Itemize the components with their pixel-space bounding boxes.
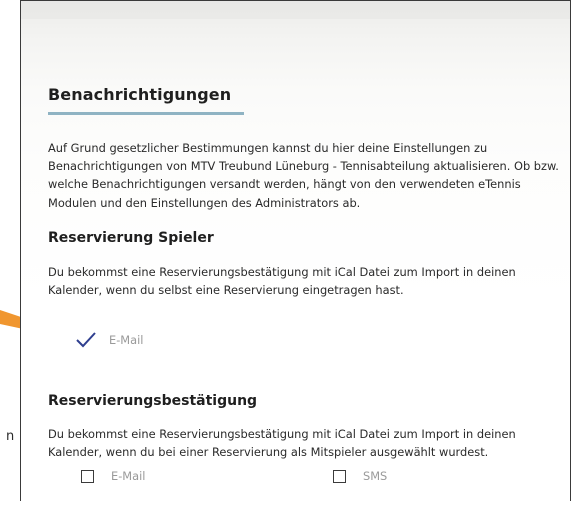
panel-top-band xyxy=(21,1,570,19)
description-reservierungsbestaetigung: Du bekommst eine Reservierungsbestätigun… xyxy=(48,427,516,460)
option-label: SMS xyxy=(363,469,388,483)
description-reservierung-spieler: Du bekommst eine Reservierungsbestätigun… xyxy=(48,265,516,298)
section-title-reservierungsbestaetigung: Reservierungsbestätigung xyxy=(48,393,258,409)
section-title-reservierung-spieler: Reservierung Spieler xyxy=(48,230,214,246)
notification-settings-panel: Benachrichtigungen Auf Grund gesetzliche… xyxy=(20,0,571,501)
checkbox-email[interactable] xyxy=(81,469,94,483)
option-label: E-Mail xyxy=(111,469,146,483)
option-label: E-Mail xyxy=(109,333,144,347)
page-title: Benachrichtigungen xyxy=(48,85,232,104)
option-sms-reservierungsbestaetigung[interactable]: SMS xyxy=(333,469,387,483)
cropped-text-fragment: n xyxy=(6,429,15,444)
option-email-reservierungsbestaetigung[interactable]: E-Mail xyxy=(81,469,145,483)
option-email-reservierung-spieler[interactable]: E-Mail xyxy=(75,331,143,349)
checkmark-icon xyxy=(76,332,96,348)
title-underline xyxy=(48,112,244,115)
screenshot-stage: n Benachrichtigungen Auf Grund gesetzlic… xyxy=(0,0,576,519)
checkbox-sms[interactable] xyxy=(333,469,346,483)
intro-text: Auf Grund gesetzlicher Bestimmungen kann… xyxy=(48,141,559,210)
